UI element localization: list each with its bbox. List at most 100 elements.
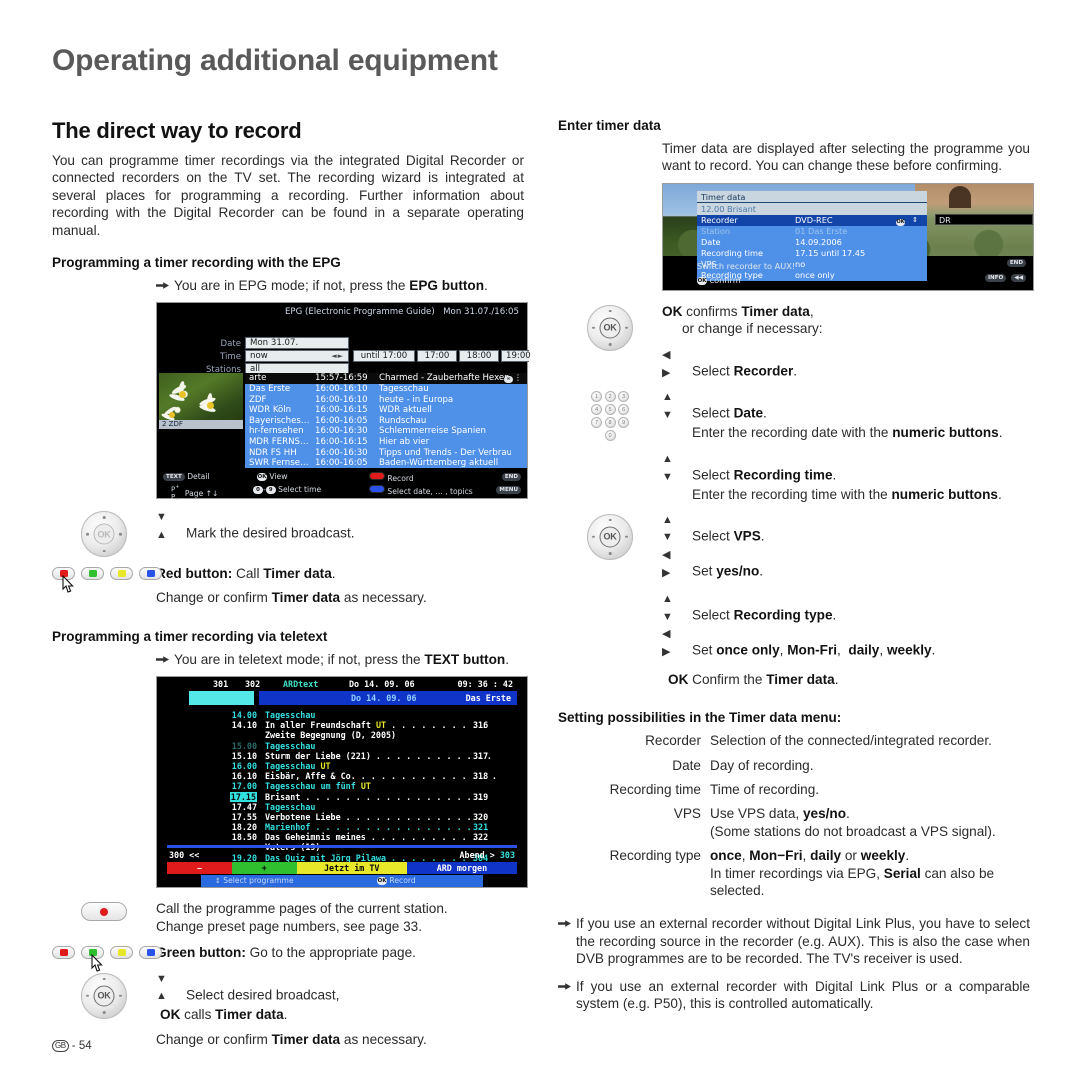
green-button[interactable] [81, 946, 104, 960]
end-key-cap[interactable]: END [501, 472, 521, 481]
red-button[interactable] [52, 946, 75, 960]
epg-row[interactable]: Bayerisches… 16:00-16:05 Rundschau [245, 416, 527, 427]
num-key-7[interactable]: 7 [591, 417, 602, 429]
epg-header: EPG (Electronic Programme Guide) Mon 31.… [157, 303, 527, 320]
teletext-line[interactable]: 17.47 Tagesschau [157, 802, 527, 812]
blue-button[interactable] [139, 946, 162, 960]
ok-key-cap[interactable]: OK [697, 276, 707, 285]
blue-button[interactable] [139, 567, 162, 581]
page-key-cap[interactable]: P+ P− [171, 484, 179, 504]
step-rectime-pre: Select [692, 467, 734, 483]
num-key-0[interactable]: 0 [604, 430, 616, 442]
ok-key-cap[interactable]: OK [257, 473, 267, 482]
ttx-time: 18.20 [231, 822, 257, 833]
epg-row[interactable]: WDR Köln 16:00-16:15 WDR aktuell [245, 405, 527, 416]
updown-arrows-icon: ↕ [215, 877, 221, 886]
dpad-right-dot [119, 994, 122, 998]
teletext-line[interactable]: 15.00 Tagesschau [157, 741, 527, 751]
teletext-colorkey-blue[interactable]: ARD morgen [406, 862, 517, 875]
num-key-8[interactable]: 8 [604, 417, 616, 429]
blue-key-cap[interactable] [369, 485, 385, 494]
teletext-line[interactable]: 17.55 Verbotene Liebe . . . . . . . . . .… [157, 812, 527, 822]
num-key-6[interactable]: 6 [618, 404, 629, 416]
teletext-line[interactable]: 16.00 Tagesschau UT [157, 761, 527, 771]
back-key-cap[interactable]: ◀◀ [1011, 274, 1026, 283]
num-key-9[interactable]: 9 [618, 417, 629, 429]
color-button-group[interactable] [52, 567, 162, 594]
epg-field-date[interactable]: Mon 31.07. [245, 337, 349, 350]
num-key-2[interactable]: 2 [604, 391, 616, 403]
info-key-cap[interactable]: INFO [984, 274, 1007, 283]
epg-row[interactable]: Das Erste 16:00-16:10 Tagesschau [245, 384, 527, 395]
timer-row-recording-time[interactable]: Recording time 17.15 until 17.45 [697, 248, 927, 259]
num-key-5[interactable]: 5 [604, 404, 616, 416]
teletext-colorkey-green[interactable]: + [231, 862, 297, 875]
ttx-time: 17.55 [231, 811, 257, 822]
teletext-line[interactable]: 18.20 Marienhof . . . . . . . . . . . . .… [157, 822, 527, 832]
menu-key-cap[interactable]: MENU [496, 485, 521, 494]
teletext-colorkey-red[interactable]: − [167, 862, 232, 875]
epg-row[interactable]: hr-fernsehen 16:00-16:30 Schlemmerreise Sp… [245, 426, 527, 437]
dpad-icon[interactable]: OK [81, 972, 127, 1019]
teletext-line[interactable]: 18.50 Das Geheimnis meines . . . . . . . … [157, 832, 527, 842]
text-key-cap[interactable]: TEXT [163, 472, 185, 481]
dpad-graphic-1[interactable]: OK [52, 509, 156, 558]
dpad-icon[interactable]: OK [587, 513, 633, 560]
epg-row[interactable]: SWR Fernse… 16:00-16:05 Baden-Württemberg … [245, 458, 527, 469]
teletext-line[interactable]: 15.10 Sturm der Liebe (221) . . . . . . .… [157, 751, 527, 761]
ttx-green-row: Green button: Go to the appropriate page… [52, 944, 524, 972]
dpad-graphic-3[interactable]: OK [558, 303, 662, 351]
ttx-time: 15.00 [231, 740, 257, 751]
teletext-line[interactable]: 16.10 Eisbär, Affe & Co. . . . . . . . . … [157, 771, 527, 781]
ttx-time: 17.00 [231, 781, 257, 792]
yellow-button[interactable] [110, 567, 133, 581]
yellow-button[interactable] [110, 946, 133, 960]
epg-row-selected[interactable]: arte 15:57-16:59 Charmed - Zauberhafte H… [245, 373, 527, 385]
num-key-3[interactable]: 3 [618, 391, 629, 403]
teletext-banner-date: Do 14. 09. 06 [351, 693, 417, 704]
green-button[interactable] [81, 567, 104, 581]
timer-panel-title: Timer data [697, 190, 927, 203]
ok-key-cap[interactable]: OK [377, 877, 387, 886]
epg-row[interactable]: ZDF 16:00-16:10 heute - in Europa [245, 395, 527, 406]
dpad-icon[interactable]: OK [81, 511, 127, 558]
epg-timetab-1[interactable]: 17:00 [417, 350, 457, 363]
teletext-colorkey-yellow[interactable]: Jetzt im TV [296, 862, 407, 875]
dpad-icon[interactable]: OK [587, 304, 633, 351]
num-key-4[interactable]: 4 [591, 404, 602, 416]
epg-timetab-3[interactable]: 19:00 [501, 350, 531, 363]
teletext-line-selected[interactable]: 17.15 Brisant . . . . . . . . . . . . . .… [157, 791, 527, 802]
dpad-graphic-2[interactable]: OK [52, 971, 156, 1019]
teletext-line[interactable]: 14.10 In aller Freundschaft UT . . . . . … [157, 720, 527, 730]
epg-row-station: Das Erste [249, 384, 291, 395]
zero-key-cap[interactable]: 0 [253, 486, 263, 495]
teletext-nav-next[interactable]: Abend > 303 [460, 850, 515, 860]
teletext-line[interactable]: 17.00 Tagesschau um fünf UT [157, 781, 527, 791]
numeric-keypad-icon[interactable]: 123 456 789 0 [588, 391, 632, 443]
epg-timetab-2[interactable]: 18:00 [459, 350, 499, 363]
epg-field-time[interactable]: now ◄► [245, 350, 349, 363]
dpad-graphic-4[interactable]: OK [558, 512, 662, 560]
epg-row[interactable]: NDR FS HH 16:00-16:30 Tipps und Trends - D… [245, 448, 527, 459]
dpad-right-dot [625, 535, 628, 539]
color-buttons-graphic-1[interactable] [52, 565, 162, 594]
numpad-graphic[interactable]: 123 456 789 0 [558, 389, 662, 443]
timer-row-date[interactable]: Date 14.09.2006 [697, 237, 927, 248]
red-key-cap[interactable] [369, 472, 385, 481]
ttx-pagenum: 320 [473, 811, 489, 822]
teletext-line[interactable]: 14.00 Tagesschau [157, 710, 527, 720]
red-button[interactable] [52, 567, 75, 581]
teletext-hint-select-label: Select programme [223, 876, 294, 886]
record-button-graphic[interactable] [52, 900, 156, 922]
nine-key-cap[interactable]: 9 [265, 486, 276, 495]
epg-row-time: 15:57-16:59 [315, 373, 368, 384]
epg-row[interactable]: MDR FERNS… 16:00-16:15 Hier ab vier [245, 437, 527, 448]
timer-confirm-hint: OK confirm [697, 275, 741, 285]
num-key-1[interactable]: 1 [591, 391, 602, 403]
timer-row-recorder[interactable]: Recorder DVD-REC OK ⇕ [697, 214, 927, 227]
teletext-nav-prev[interactable]: 300 << [169, 850, 199, 860]
color-buttons-graphic-2[interactable] [52, 944, 162, 972]
record-button[interactable] [81, 902, 127, 922]
epg-timetab-0[interactable]: until 17:00 [353, 350, 415, 363]
color-button-group[interactable] [52, 946, 162, 972]
